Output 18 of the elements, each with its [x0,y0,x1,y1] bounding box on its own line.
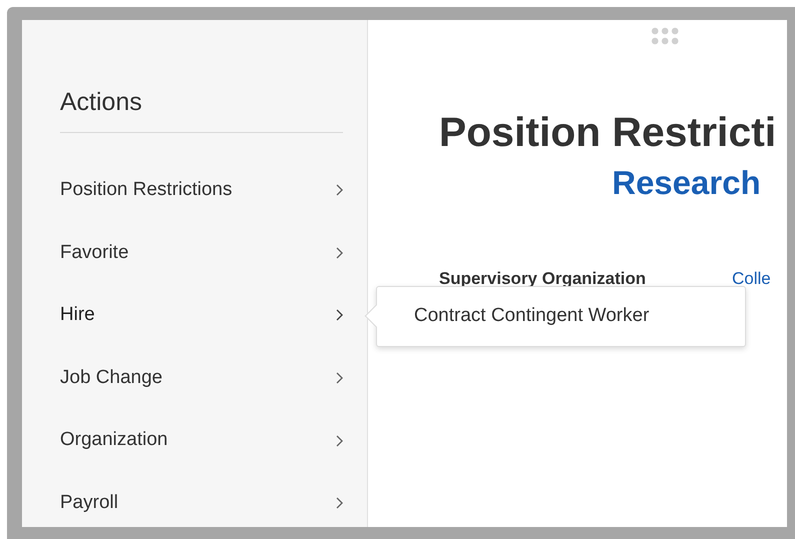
chevron-right-icon [335,308,345,322]
chevron-right-icon [335,371,345,386]
field-link[interactable]: Colle [732,269,771,289]
chevron-right-icon [335,434,345,448]
action-menu-item[interactable]: Job Change [60,346,343,410]
submenu-item[interactable]: Contract Contingent Worker [414,302,745,331]
action-menu-item[interactable]: Payroll [60,472,343,527]
chevron-right-icon [335,246,345,260]
action-menu-item[interactable]: Position Restrictions [60,159,343,222]
field-label: Supervisory Organization [439,269,647,289]
action-menu-item[interactable]: Favorite [60,222,343,284]
chevron-right-icon [335,183,345,198]
page-title: Position Restricti [439,108,778,157]
action-menu-item[interactable]: Hire [60,284,343,347]
page-subtitle[interactable]: Research [612,163,787,203]
chevron-right-icon [335,496,345,510]
action-menu-item[interactable]: Organization [60,409,343,472]
sidebar-title: Actions [60,87,143,118]
